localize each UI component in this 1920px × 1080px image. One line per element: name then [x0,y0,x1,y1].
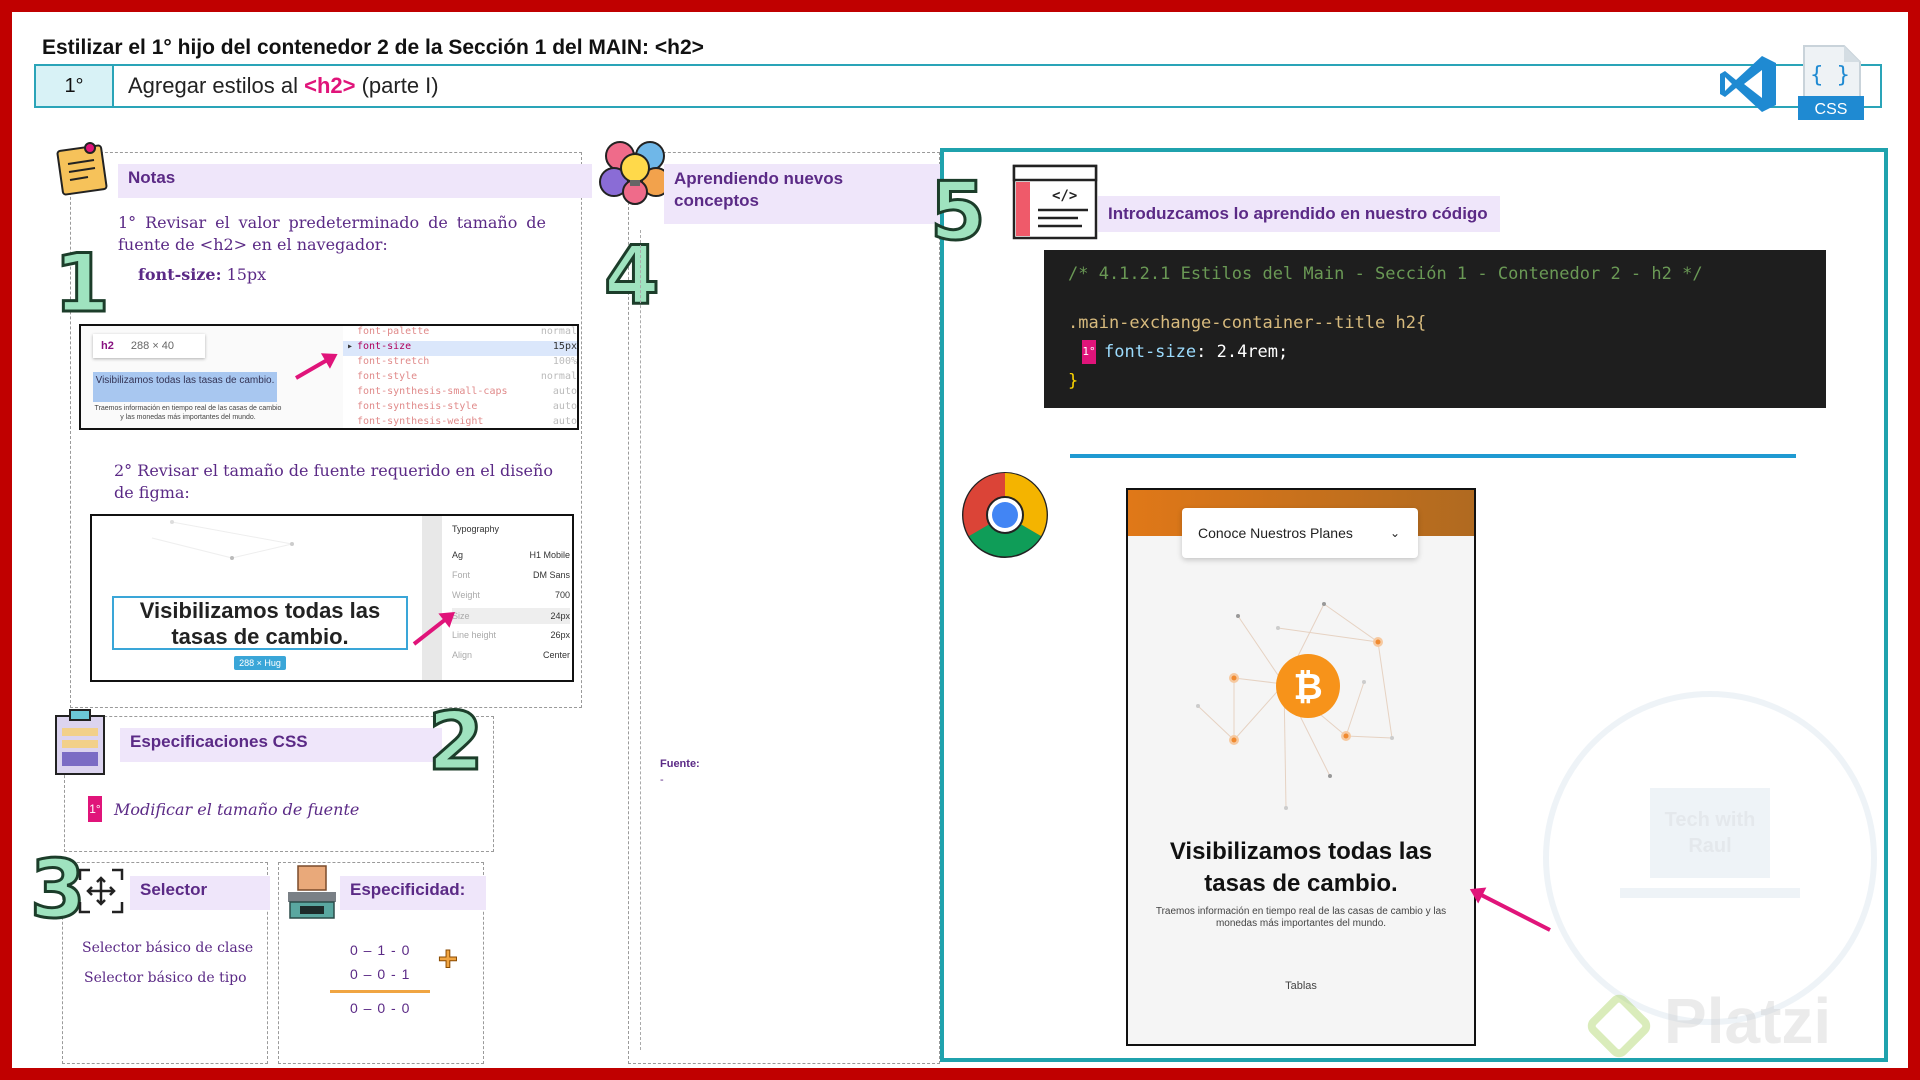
svg-text:</>: </> [1052,188,1077,204]
specificity-header: Especificidad: [340,876,486,910]
number-4: 4 [603,229,662,322]
code-close-brace: } [1068,371,1079,391]
svg-text:Tech with: Tech with [1665,809,1756,831]
devtools-prop-row: font-palette normal [357,326,577,337]
code-comment: /* 4.1.2.1 Estilos del Main - Sección 1 … [1068,264,1703,284]
devtools-prop-row: font-synthesis-style auto [357,401,577,412]
step-prefix: Agregar estilos al [128,73,305,98]
specificity-divider [330,990,430,993]
source-label: Fuente: [660,758,700,770]
css-icon-braces: { } [1810,63,1850,88]
step-tag: <h2> [304,73,356,98]
phone-paragraph: Traemos información en tiempo real de la… [1155,906,1447,929]
phone-heading: Visibilizamos todas las tasas de cambio. [1128,836,1474,900]
number-2: 2 [427,695,486,788]
figma-heading-line2: tasas de cambio. [171,624,349,649]
source-value: - [660,774,664,786]
devtools-preview-text: Traemos información en tiempo real de la… [94,405,282,421]
vscode-icon [1720,56,1776,112]
tablas-link[interactable]: Tablas [1128,980,1474,992]
step-number: 1° [36,66,114,106]
phone-heading-line1: Visibilizamos todas las [1169,838,1433,865]
plans-dropdown[interactable]: Conoce Nuestros Planes ⌄ [1182,508,1418,558]
platzi-watermark: Platzi [1583,984,1832,1062]
devtools-preview-title: Visibilizamos todas las tasas de cambio. [93,372,277,402]
specificity-row-1: 0 – 1 - 0 [350,942,411,958]
code-window-icon: </> [1012,164,1098,240]
platzi-logo-icon [1583,990,1655,1062]
specificity-result: 0 – 0 - 0 [350,1000,411,1016]
notes-item-1: 1° Revisar el valor predeterminado de ta… [118,213,546,254]
figma-typography-panel: Typography Ag H1 Mobile Font DM Sans Weigh… [442,516,572,680]
svg-text:₿: ₿ [1293,667,1322,708]
phone-heading-line2: tasas de cambio. [1204,870,1398,897]
tech-with-raul-watermark: Tech with Raul [1543,691,1877,1025]
devtools-tag: h2 [101,340,114,352]
css-icon-label: CSS [1815,101,1848,118]
concepts-header-line2: conceptos [674,191,760,210]
number-5: 5 [929,165,988,258]
devtools-props: font-palette normal ▸ font-size 15px font-s… [343,326,577,428]
chevron-down-icon: ⌄ [1389,526,1400,540]
css-specs-header: Especificaciones CSS [120,728,442,762]
code-property: font-size [1104,342,1197,362]
selector-item-class: Selector básico de clase [82,940,254,956]
concepts-header: Aprendiendo nuevos conceptos [664,164,940,224]
clipboard-icon [55,709,105,775]
figma-badge: 288 × Hug [234,656,286,670]
move-selector-icon [78,868,124,914]
code-declaration: 1° font-size: 2.4rem; [1082,340,1289,364]
chrome-icon [962,472,1048,558]
css-file-icon: CSS { } [1798,45,1864,120]
code-value: 2.4rem; [1216,342,1289,362]
font-size-value: 15px [221,265,267,284]
font-size-label: font-size: [138,265,222,284]
plans-dropdown-label: Conoce Nuestros Planes [1198,525,1353,541]
css-specs-marker: 1° [88,796,102,822]
notepad-icon [56,142,108,196]
code-block: /* 4.1.2.1 Estilos del Main - Sección 1 … [1044,250,1826,408]
concepts-divider [640,230,641,1050]
figma-heading: Visibilizamos todas las tasas de cambio. [112,596,408,650]
code-section-header: Introduzcamos lo aprendido en nuestro có… [1098,196,1500,232]
devtools-screenshot: h2 288 × 40 Visibilizamos todas las tasa… [79,324,579,430]
platzi-text: Platzi [1664,985,1832,1057]
step-text: Agregar estilos al <h2> (parte I) [128,66,439,106]
page-title: Estilizar el 1° hijo del contenedor 2 de… [42,36,704,59]
selector-header: Selector [130,876,270,910]
plus-icon: + [438,940,459,979]
section-divider-line [1070,454,1796,458]
devtools-prop-row: font-synthesis-weight auto [357,416,577,427]
concepts-box [628,152,940,1064]
network-graph: ₿ [1196,602,1394,810]
selector-item-type: Selector básico de tipo [84,970,247,986]
code-marker: 1° [1082,340,1096,364]
notes-item-2: 2° Revisar el tamaño de fuente requerido… [114,461,553,502]
step-bar: 1° Agregar estilos al <h2> (parte I) [34,64,1882,108]
phone-preview: Conoce Nuestros Planes ⌄ ₿ Visibilizamos [1126,488,1476,1046]
devtools-prop-row: font-synthesis-small-caps auto [357,386,577,397]
devtools-prop-row-selected: ▸ font-size 15px [343,341,577,356]
devtools-prop-row: font-stretch 100% [357,356,577,367]
figma-screenshot: Visibilizamos todas las tasas de cambio.… [90,514,574,682]
step-suffix: (parte I) [355,73,439,98]
figma-panel-title: Typography [452,524,500,534]
concepts-header-line1: Aprendiendo nuevos [674,169,844,188]
slide: Estilizar el 1° hijo del contenedor 2 de… [12,12,1908,1068]
figma-heading-line1: Visibilizamos todas las [139,598,381,623]
font-size-note: font-size: 15px [138,264,266,286]
css-specs-item: Modificar el tamaño de fuente [114,800,360,819]
devtools-prop-row: font-style normal [357,371,577,382]
brain-bulb-icon [599,141,671,205]
number-1: 1 [53,237,112,330]
scale-icon [288,865,336,919]
devtools-size: 288 × 40 [130,340,175,352]
code-selector: .main-exchange-container--title h2{ [1068,313,1427,333]
svg-text:Raul: Raul [1688,835,1731,857]
specificity-row-2: 0 – 0 - 1 [350,966,411,982]
notes-header: Notas [118,164,592,198]
